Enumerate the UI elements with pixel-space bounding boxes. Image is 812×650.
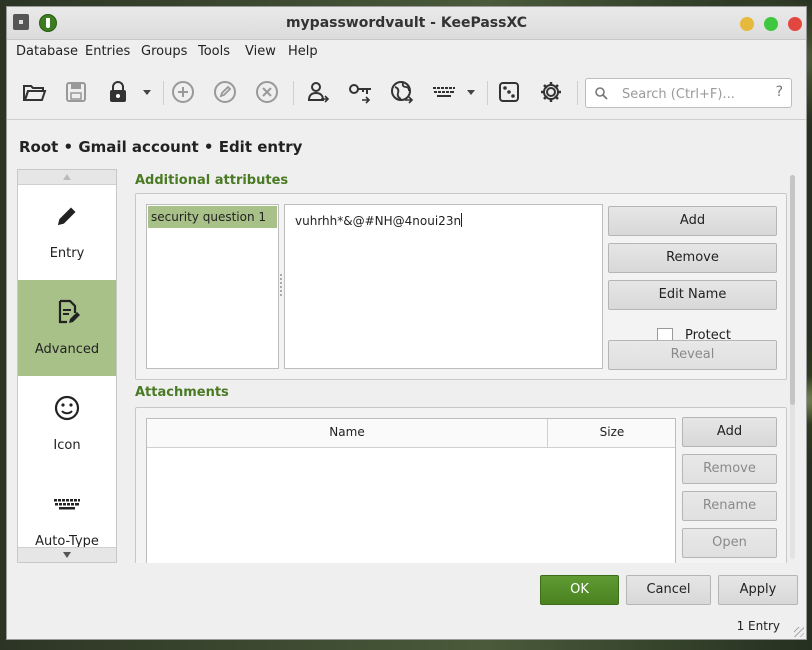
maximize-button[interactable] [764,17,778,31]
pencil-icon [58,207,76,225]
attachments-table-header: Name Size [147,419,675,448]
lock-dropdown-chevron-down-icon[interactable] [141,77,153,107]
copy-username-icon[interactable] [303,77,333,107]
attachments-group: Name Size Add Remove Rename Open [135,407,787,563]
menu-bar: Database Entries Groups Tools View Help [7,40,806,64]
attachments-table[interactable]: Name Size [146,418,676,563]
open-database-icon[interactable] [19,77,49,107]
menu-database[interactable]: Database [16,44,78,59]
delete-entry-icon[interactable] [252,77,282,107]
keyboard-icon [54,499,80,510]
toolbar: ? [7,67,806,120]
menu-entries[interactable]: Entries [85,44,130,59]
toolbar-divider [163,81,164,105]
status-entry-count: 1 Entry [736,619,780,633]
menu-help[interactable]: Help [288,44,318,59]
category-icon[interactable]: Icon [18,376,116,472]
add-attribute-button[interactable]: Add [608,206,777,236]
menu-groups[interactable]: Groups [141,44,187,59]
chevron-down-icon [63,552,71,558]
reveal-button[interactable]: Reveal [608,340,777,370]
minimize-button[interactable] [740,17,754,31]
category-scroll-down-button[interactable] [18,547,116,562]
column-header-name[interactable]: Name [147,425,547,439]
attribute-value-text: vuhrhh*&@#NH@4noui23n [295,214,462,228]
attribute-value-field[interactable]: vuhrhh*&@#NH@4noui23n [284,204,603,369]
scrollbar-thumb[interactable] [790,175,795,405]
additional-attributes-group: security question 1 vuhrhh*&@#NH@4noui23… [135,193,787,380]
save-database-icon[interactable] [61,77,91,107]
autotype-dropdown-chevron-down-icon[interactable] [465,77,477,107]
password-generator-dice-icon[interactable] [494,77,524,107]
smiley-icon [54,395,80,421]
toolbar-divider [577,81,578,105]
category-scroll-up-button[interactable] [18,170,116,185]
attribute-list[interactable]: security question 1 [146,204,279,369]
breadcrumb: Root • Gmail account • Edit entry [19,138,303,156]
search-help-icon[interactable]: ? [776,84,783,100]
edit-name-button[interactable]: Edit Name [608,280,777,310]
document-edit-icon [58,299,80,324]
add-attachment-button[interactable]: Add [682,417,777,447]
column-header-size[interactable]: Size [548,425,676,439]
content-scrollbar[interactable] [790,175,795,559]
category-list: Entry Advanced Icon Auto-Type [17,169,117,563]
toolbar-divider [487,81,488,105]
rename-attachment-button[interactable]: Rename [682,491,777,521]
app-window: mypasswordvault - KeePassXC Database Ent… [6,6,807,640]
menu-tools[interactable]: Tools [198,44,230,59]
search-box: ? [585,78,792,108]
category-icon-label: Icon [53,438,81,453]
lock-database-icon[interactable] [103,77,133,107]
category-entry[interactable]: Entry [18,184,116,280]
search-input[interactable] [620,83,764,105]
edit-entry-icon[interactable] [210,77,240,107]
category-advanced-label: Advanced [34,342,100,357]
attribute-splitter-handle[interactable] [279,274,283,298]
resize-grip[interactable] [794,627,804,637]
remove-attachment-button[interactable]: Remove [682,454,777,484]
close-window-button[interactable] [788,17,802,31]
add-entry-icon[interactable] [168,77,198,107]
remove-attribute-button[interactable]: Remove [608,243,777,273]
copy-password-key-icon[interactable] [345,77,375,107]
ok-button[interactable]: OK [540,575,619,605]
settings-gear-icon[interactable] [536,77,566,107]
attribute-list-item[interactable]: security question 1 [148,206,277,228]
copy-url-globe-icon[interactable] [387,77,417,107]
edit-entry-content: Additional attributes security question … [135,169,787,563]
open-attachment-button[interactable]: Open [682,528,777,558]
text-cursor [461,213,463,227]
additional-attributes-title: Additional attributes [135,173,289,188]
window-title: mypasswordvault - KeePassXC [285,15,528,31]
title-bar: mypasswordvault - KeePassXC [7,7,806,40]
cancel-button[interactable]: Cancel [626,575,711,605]
chevron-up-icon [63,174,71,180]
autotype-keyboard-icon[interactable] [429,77,459,107]
category-advanced[interactable]: Advanced [18,280,116,376]
category-entry-label: Entry [49,246,85,261]
search-icon [595,87,608,100]
toolbar-divider [293,81,294,105]
menu-view[interactable]: View [245,44,276,59]
attachments-title: Attachments [135,385,229,400]
apply-button[interactable]: Apply [718,575,798,605]
